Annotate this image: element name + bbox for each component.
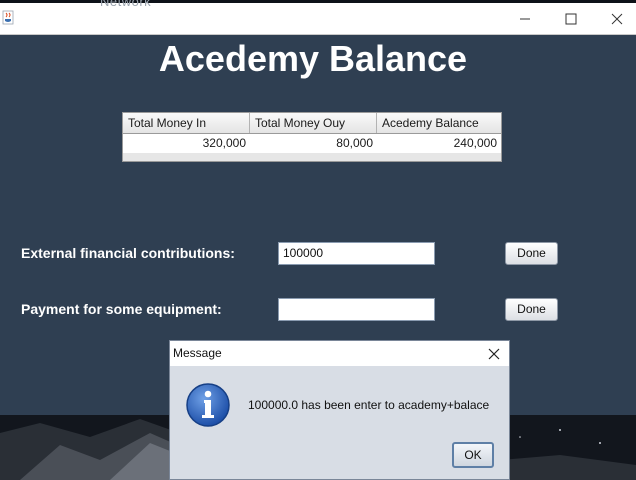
table-header: Total Money In Total Money Ouy Acedemy B…: [123, 113, 501, 134]
maximize-icon: [565, 13, 577, 24]
dialog-message: 100000.0 has been enter to academy+balac…: [248, 398, 490, 412]
minimize-button[interactable]: [502, 3, 548, 34]
minimize-icon: [520, 18, 530, 19]
payment-input[interactable]: [278, 298, 435, 321]
balance-table: Total Money In Total Money Ouy Acedemy B…: [122, 112, 502, 162]
java-cup-icon: [2, 10, 14, 25]
window-titlebar[interactable]: [0, 3, 636, 35]
info-icon: [186, 383, 230, 427]
close-icon[interactable]: [485, 345, 503, 363]
column-header-money-out[interactable]: Total Money Ouy: [250, 113, 377, 133]
cell-money-out: 80,000: [336, 136, 373, 150]
page-title: Acedemy Balance: [158, 38, 468, 79]
close-icon: [611, 13, 623, 24]
ok-button[interactable]: OK: [452, 442, 494, 468]
contribution-input[interactable]: 100000: [278, 242, 435, 265]
background-window-text: Network: [100, 0, 152, 9]
payment-label: Payment for some equipment:: [21, 301, 222, 317]
dialog-titlebar[interactable]: Message: [170, 341, 509, 366]
column-header-balance[interactable]: Acedemy Balance: [377, 113, 501, 133]
message-dialog[interactable]: Message 100000.0 has been enter to acade…: [169, 340, 510, 480]
contribution-done-button[interactable]: Done: [505, 242, 558, 265]
cell-money-in: 320,000: [202, 136, 246, 150]
column-header-money-in[interactable]: Total Money In: [123, 113, 250, 133]
contribution-label: External financial contributions:: [21, 245, 235, 261]
maximize-button[interactable]: [548, 3, 594, 34]
table-row[interactable]: 320,000 80,000 240,000: [123, 134, 501, 153]
close-button[interactable]: [594, 3, 636, 34]
cell-balance: 240,000: [453, 136, 497, 150]
payment-done-button[interactable]: Done: [505, 298, 558, 321]
dialog-title: Message: [173, 346, 222, 360]
